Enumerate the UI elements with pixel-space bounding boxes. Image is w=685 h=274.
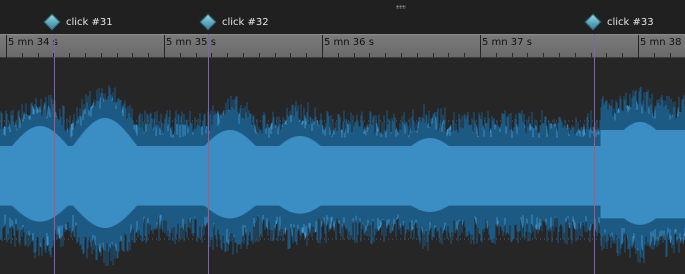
ruler-minor-tick xyxy=(496,53,497,57)
ruler-minor-tick xyxy=(211,53,212,57)
marker-click-31[interactable]: click #31 xyxy=(43,13,113,31)
marker-click-32[interactable]: click #32 xyxy=(199,13,269,31)
ruler-minor-tick xyxy=(622,53,623,57)
ruler-minor-tick xyxy=(338,53,339,57)
marker-label: click #31 xyxy=(66,16,113,28)
ruler-minor-tick xyxy=(22,53,23,57)
ruler-minor-tick xyxy=(448,53,449,57)
ruler-minor-tick xyxy=(480,53,481,57)
marker-label: click #33 xyxy=(607,16,654,28)
marker-line-click-31[interactable] xyxy=(54,34,55,274)
ruler-minor-tick xyxy=(38,53,39,57)
ruler-minor-tick xyxy=(85,53,86,57)
ruler-minor-tick xyxy=(164,53,165,57)
ruler-minor-tick xyxy=(69,53,70,57)
ruler-label: 5 mn 36 s xyxy=(324,37,374,48)
time-ruler[interactable]: 5 mn 34 s 5 mn 35 s 5 mn 36 s 5 mn 37 s … xyxy=(0,34,685,58)
ruler-minor-tick xyxy=(591,53,592,57)
ruler-minor-tick xyxy=(654,53,655,57)
ruler-minor-tick xyxy=(543,53,544,57)
ruler-minor-tick xyxy=(148,53,149,57)
ruler-minor-tick xyxy=(227,53,228,57)
ruler-label: 5 mn 38 s xyxy=(640,37,685,48)
ruler-minor-tick xyxy=(196,53,197,57)
waveform-area[interactable] xyxy=(0,58,685,274)
ruler-minor-tick xyxy=(354,53,355,57)
ruler-minor-tick xyxy=(306,53,307,57)
marker-label: click #32 xyxy=(222,16,269,28)
ruler-minor-tick xyxy=(401,53,402,57)
audio-editor: click #31 click #32 click #33 5 mn 34 s … xyxy=(0,0,685,274)
ruler-minor-tick xyxy=(180,53,181,57)
diamond-marker-icon[interactable] xyxy=(43,13,61,31)
ruler-minor-tick xyxy=(417,53,418,57)
ruler-minor-tick xyxy=(117,53,118,57)
ruler-minor-tick xyxy=(369,53,370,57)
marker-line-click-33[interactable] xyxy=(594,34,595,274)
waveform[interactable] xyxy=(0,58,685,274)
ruler-minor-tick xyxy=(322,53,323,57)
ruler-minor-tick xyxy=(259,53,260,57)
ruler-minor-tick xyxy=(243,53,244,57)
ruler-minor-tick xyxy=(559,53,560,57)
ruler-minor-tick xyxy=(385,53,386,57)
diamond-marker-icon[interactable] xyxy=(199,13,217,31)
ruler-minor-tick xyxy=(575,53,576,57)
marker-line-click-32[interactable] xyxy=(208,34,209,274)
marker-bar[interactable]: click #31 click #32 click #33 xyxy=(0,0,685,34)
ruler-minor-tick xyxy=(6,53,7,57)
ruler-minor-tick xyxy=(512,53,513,57)
ruler-minor-tick xyxy=(638,53,639,57)
grip-dots-icon[interactable] xyxy=(396,5,406,9)
ruler-minor-tick xyxy=(464,53,465,57)
marker-click-33[interactable]: click #33 xyxy=(584,13,654,31)
ruler-minor-tick xyxy=(670,53,671,57)
ruler-label: 5 mn 37 s xyxy=(482,37,532,48)
ruler-label: 5 mn 34 s xyxy=(8,37,58,48)
ruler-minor-tick xyxy=(527,53,528,57)
ruler-minor-tick xyxy=(606,53,607,57)
ruler-minor-tick xyxy=(275,53,276,57)
ruler-minor-tick xyxy=(290,53,291,57)
ruler-minor-tick xyxy=(132,53,133,57)
ruler-minor-tick xyxy=(101,53,102,57)
diamond-marker-icon[interactable] xyxy=(584,13,602,31)
ruler-minor-tick xyxy=(433,53,434,57)
